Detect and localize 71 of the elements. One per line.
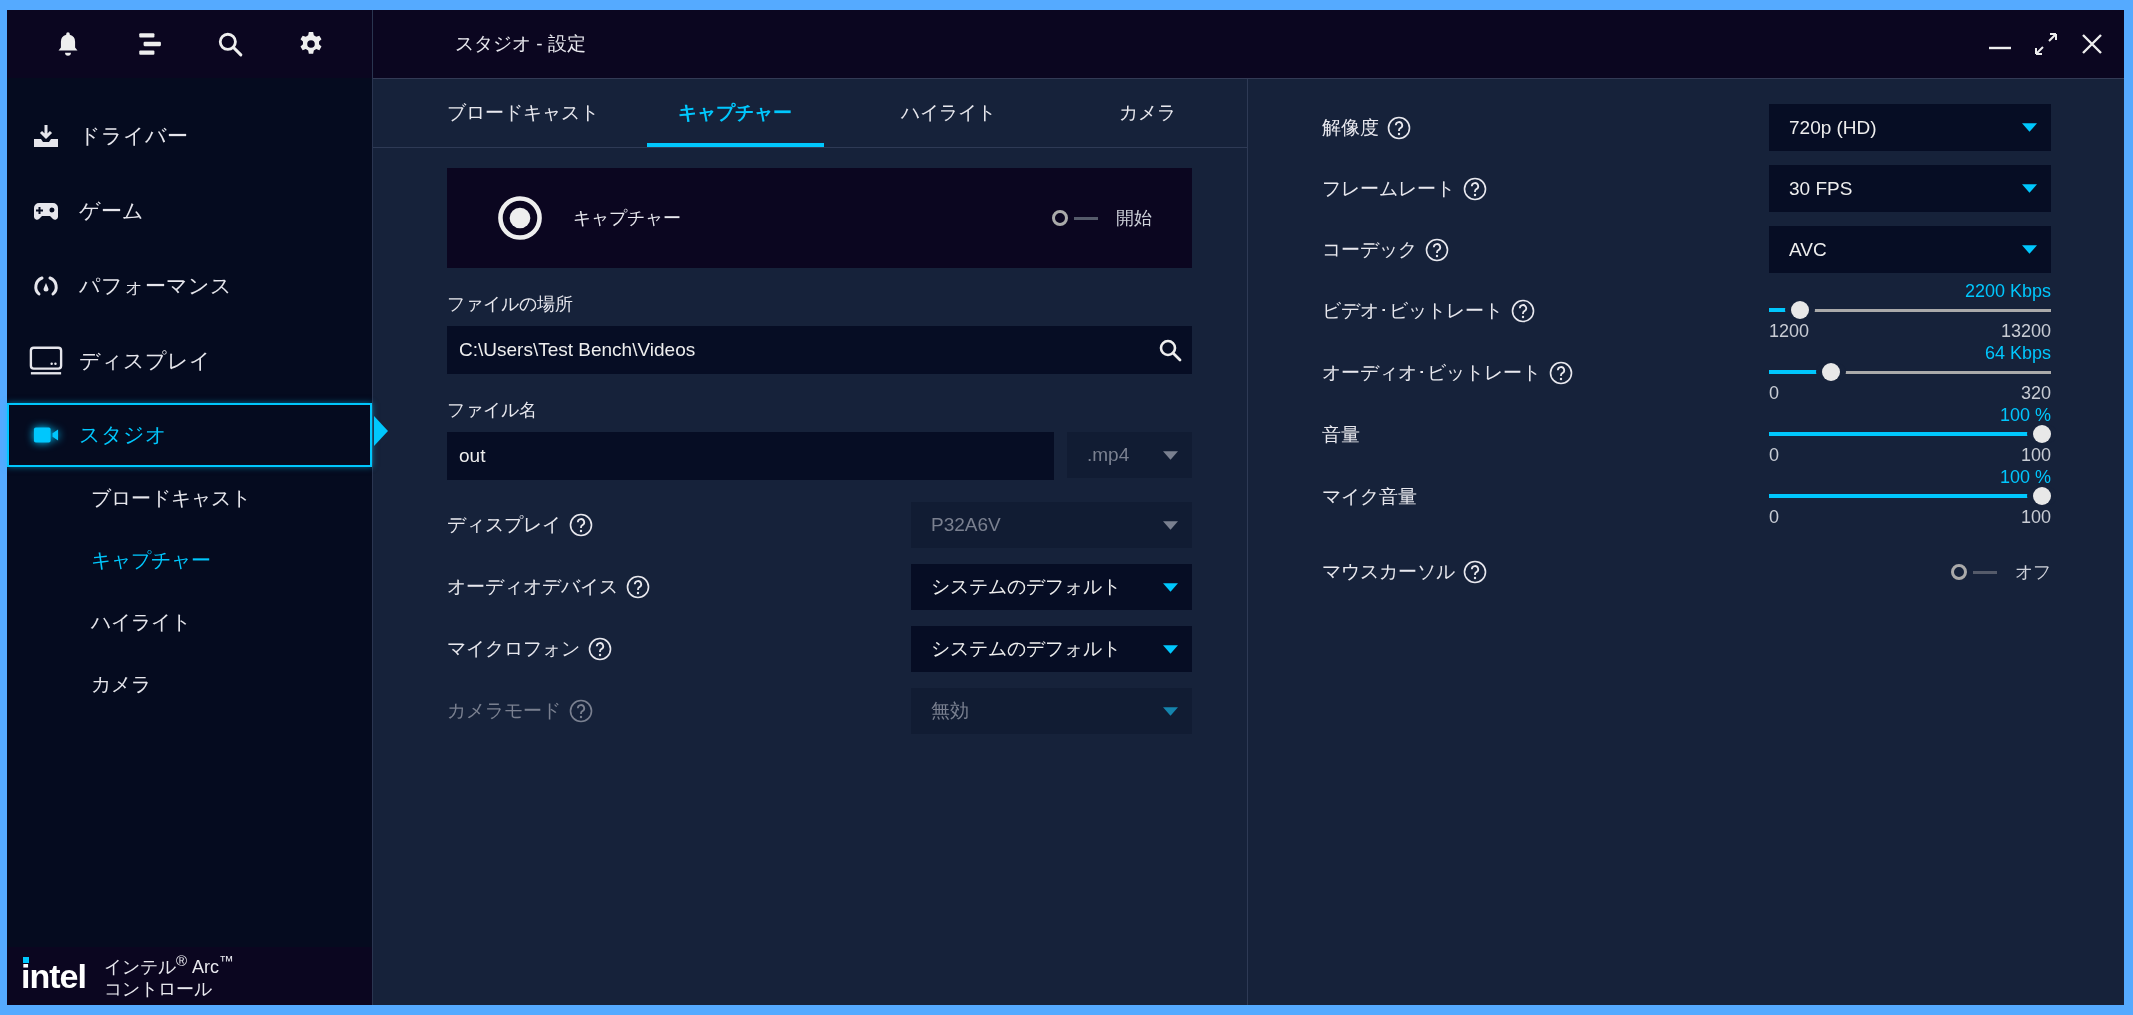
setting-label: 解像度	[1322, 115, 1379, 140]
pointer-icon	[374, 416, 388, 446]
setting-label: フレームレート	[1322, 176, 1455, 201]
slider-value: 100 %	[1999, 467, 2051, 487]
setting-label: 音量	[1322, 423, 1360, 447]
sidebar-subitem[interactable]: キャプチャー	[7, 529, 211, 591]
tab[interactable]: キャプチャー	[647, 79, 824, 147]
logo: intel	[21, 959, 86, 993]
sidebar-item[interactable]: スタジオ	[7, 403, 372, 467]
slider-min-label: 0	[1769, 383, 1779, 403]
caret-icon	[1163, 450, 1178, 460]
tab[interactable]: カメラ	[1047, 79, 1247, 147]
caret-icon	[1163, 644, 1178, 654]
setting-label: マウスカーソル	[1322, 560, 1455, 584]
expand-arrows-icon[interactable]	[2034, 32, 2058, 56]
sidebar-subitem[interactable]: ブロードキャスト	[7, 467, 251, 529]
sidebar-item[interactable]: ゲーム	[7, 173, 372, 248]
dropdown[interactable]: AVC	[1769, 226, 2051, 273]
toggle-label: 開始	[1116, 207, 1152, 230]
record-icon[interactable]	[497, 195, 543, 241]
sidebar-item[interactable]: ディスプレイ	[7, 323, 372, 398]
setting-label: カメラモード	[447, 699, 561, 723]
toggle-switch[interactable]	[1052, 210, 1098, 226]
sidebar-item[interactable]: ドライバー	[7, 98, 372, 173]
slider-min-label: 1200	[1769, 321, 1810, 341]
sidebar-item[interactable]: パフォーマンス	[7, 248, 372, 323]
slider-max-label: 13200	[2000, 321, 2051, 341]
toggle-switch[interactable]	[1951, 564, 1997, 580]
setting-label: ディスプレイ	[447, 513, 561, 537]
caret-icon	[2022, 245, 2037, 254]
app-name: インテル$^{®}$ Arc$^{™}$	[103, 951, 234, 978]
setting-label: オーディオデバイス	[447, 575, 618, 599]
slider-max-label: 100	[2020, 445, 2051, 465]
toggle-label: オフ	[2015, 561, 2051, 584]
sidebar-subitem[interactable]: ハイライト	[7, 591, 191, 653]
field-label: ファイル名	[447, 399, 537, 422]
slider-max-label: 320	[2020, 383, 2051, 403]
capture-label: キャプチャー	[573, 207, 681, 230]
search-icon[interactable]	[217, 31, 244, 57]
slider-min-label: 0	[1769, 507, 1779, 527]
dropdown[interactable]: 720p (HD)	[1769, 104, 2051, 151]
dropdown[interactable]: システムのデフォルト	[911, 626, 1192, 672]
dropdown[interactable]: 30 FPS	[1769, 165, 2051, 212]
file-name-field[interactable]: out	[447, 432, 1054, 480]
window-title: スタジオ - 設定	[455, 32, 586, 56]
caret-icon	[2022, 123, 2037, 132]
close-icon[interactable]	[2080, 32, 2104, 56]
slider-value: 100 %	[1999, 405, 2051, 425]
folder-path-field[interactable]: C:\Users\Test Bench\Videos	[447, 326, 1192, 374]
setting-label: マイクロフォン	[447, 637, 580, 661]
tab[interactable]: ハイライト	[848, 79, 1048, 147]
monitor-icon	[29, 344, 63, 377]
caret-icon	[1163, 706, 1178, 716]
setting-label: ビデオ･ビットレート	[1322, 299, 1503, 323]
setting-label: オーディオ･ビットレート	[1322, 361, 1541, 385]
setting-label: コーデック	[1322, 237, 1417, 262]
slider-min-label: 0	[1769, 445, 1779, 465]
sidebar-subitem[interactable]: カメラ	[7, 653, 151, 715]
download-icon	[33, 123, 59, 148]
search-icon[interactable]	[1158, 338, 1182, 362]
slider-value: 2200 Kbps	[1964, 281, 2051, 301]
caret-icon	[1163, 520, 1178, 530]
caret-icon	[2022, 184, 2037, 193]
slider-value: 64 Kbps	[1984, 343, 2051, 363]
tab[interactable]: ブロードキャスト	[423, 79, 623, 147]
dropdown[interactable]: システムのデフォルト	[911, 564, 1192, 610]
caret-icon	[1163, 582, 1178, 592]
field-label: ファイルの場所	[447, 293, 573, 316]
slider-max-label: 100	[2020, 507, 2051, 527]
setting-label: マイク音量	[1322, 485, 1417, 509]
app-name: コントロール	[103, 978, 213, 1001]
